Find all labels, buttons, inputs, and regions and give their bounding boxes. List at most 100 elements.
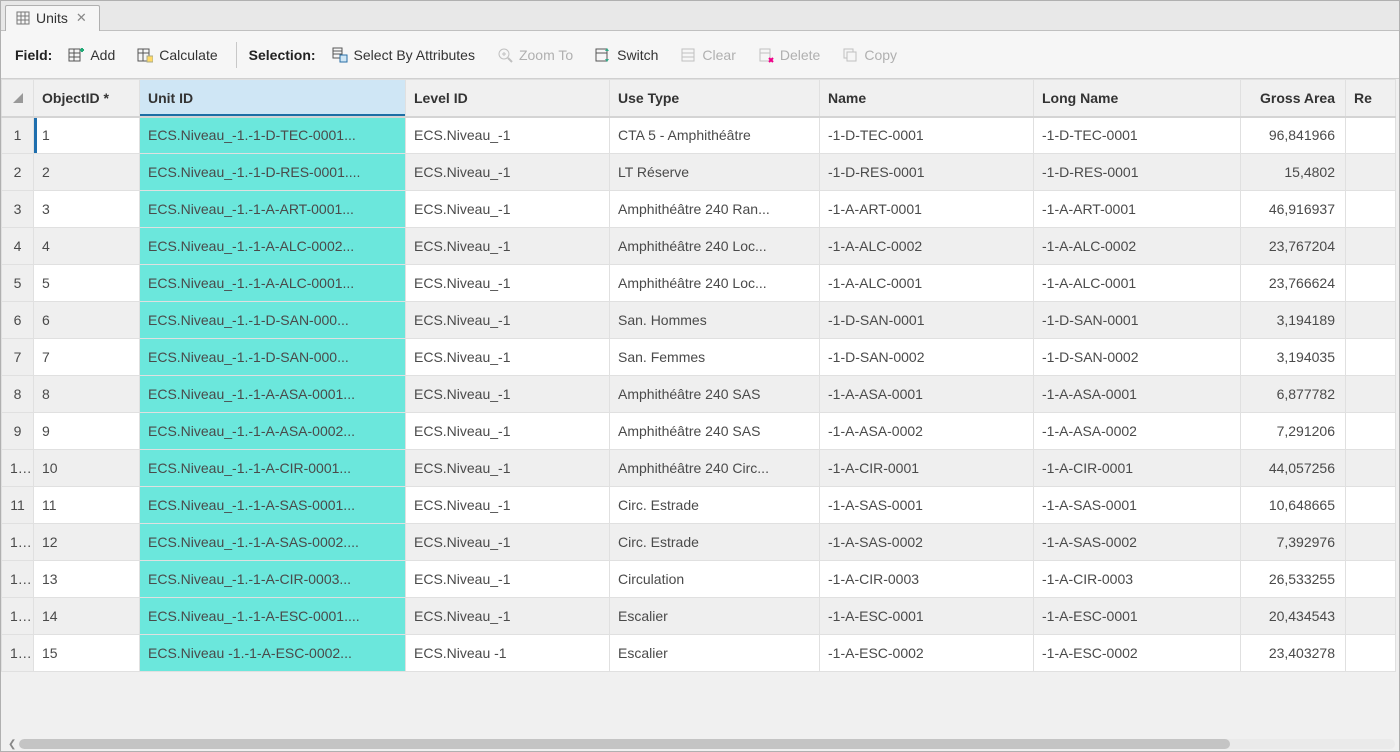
col-header-name[interactable]: Name [820, 80, 1034, 117]
cell[interactable]: 13 [34, 561, 140, 598]
cell[interactable] [1346, 154, 1396, 191]
cell[interactable] [1346, 524, 1396, 561]
cell[interactable]: 15,4802 [1241, 154, 1346, 191]
cell[interactable]: ECS.Niveau_-1.-1-D-SAN-000... [140, 302, 406, 339]
cell[interactable]: 14 [2, 598, 34, 635]
cell[interactable]: 1 [2, 117, 34, 154]
tab-units[interactable]: Units ✕ [5, 5, 100, 31]
cell[interactable]: ECS.Niveau_-1 [406, 191, 610, 228]
scrollbar-thumb[interactable] [19, 739, 1230, 749]
cell[interactable]: -1-A-ASA-0002 [1034, 413, 1241, 450]
cell[interactable]: ECS.Niveau_-1 [406, 265, 610, 302]
table-row[interactable]: 44ECS.Niveau_-1.-1-A-ALC-0002...ECS.Nive… [2, 228, 1396, 265]
cell[interactable]: -1-A-SAS-0002 [820, 524, 1034, 561]
cell[interactable]: -1-A-CIR-0001 [1034, 450, 1241, 487]
cell[interactable] [1346, 117, 1396, 154]
cell[interactable]: 1 [34, 117, 140, 154]
cell[interactable] [1346, 302, 1396, 339]
cell[interactable]: 20,434543 [1241, 598, 1346, 635]
cell[interactable]: ECS.Niveau_-1.-1-D-RES-0001.... [140, 154, 406, 191]
table-row[interactable]: 1515ECS.Niveau -1.-1-A-ESC-0002...ECS.Ni… [2, 635, 1396, 672]
cell[interactable]: 8 [2, 376, 34, 413]
cell[interactable]: 14 [34, 598, 140, 635]
cell[interactable]: 44,057256 [1241, 450, 1346, 487]
cell[interactable]: -1-A-ALC-0002 [1034, 228, 1241, 265]
cell[interactable]: 6 [34, 302, 140, 339]
cell[interactable]: -1-A-ALC-0002 [820, 228, 1034, 265]
cell[interactable]: ECS.Niveau_-1 [406, 154, 610, 191]
table-row[interactable]: 33ECS.Niveau_-1.-1-A-ART-0001...ECS.Nive… [2, 191, 1396, 228]
cell[interactable]: -1-D-RES-0001 [1034, 154, 1241, 191]
cell[interactable]: 5 [2, 265, 34, 302]
scrollbar-track[interactable] [19, 739, 1395, 749]
cell[interactable]: -1-A-CIR-0003 [1034, 561, 1241, 598]
cell[interactable]: -1-D-SAN-0002 [1034, 339, 1241, 376]
cell[interactable]: 13 [2, 561, 34, 598]
cell[interactable]: -1-A-CIR-0003 [820, 561, 1034, 598]
col-header-objectid[interactable]: ObjectID * [34, 80, 140, 117]
table-row[interactable]: 1010ECS.Niveau_-1.-1-A-CIR-0001...ECS.Ni… [2, 450, 1396, 487]
cell[interactable]: -1-A-SAS-0001 [1034, 487, 1241, 524]
cell[interactable]: ECS.Niveau_-1 [406, 376, 610, 413]
cell[interactable]: 2 [2, 154, 34, 191]
cell[interactable]: 3 [34, 191, 140, 228]
cell[interactable]: -1-A-SAS-0001 [820, 487, 1034, 524]
cell[interactable]: Amphithéâtre 240 Loc... [610, 265, 820, 302]
scroll-left-icon[interactable]: ❮ [5, 739, 19, 750]
cell[interactable]: 23,766624 [1241, 265, 1346, 302]
cell[interactable]: 7 [2, 339, 34, 376]
cell[interactable]: -1-A-ASA-0002 [820, 413, 1034, 450]
table-row[interactable]: 22ECS.Niveau_-1.-1-D-RES-0001....ECS.Niv… [2, 154, 1396, 191]
table-row[interactable]: 55ECS.Niveau_-1.-1-A-ALC-0001...ECS.Nive… [2, 265, 1396, 302]
cell[interactable]: -1-D-SAN-0001 [1034, 302, 1241, 339]
cell[interactable]: ECS.Niveau_-1.-1-A-ESC-0001.... [140, 598, 406, 635]
cell[interactable]: 10,648665 [1241, 487, 1346, 524]
cell[interactable] [1346, 598, 1396, 635]
cell[interactable]: ECS.Niveau_-1.-1-A-ALC-0001... [140, 265, 406, 302]
cell[interactable]: 6 [2, 302, 34, 339]
col-header-grossarea[interactable]: Gross Area [1241, 80, 1346, 117]
cell[interactable]: 8 [34, 376, 140, 413]
col-header-levelid[interactable]: Level ID [406, 80, 610, 117]
cell[interactable]: 10 [2, 450, 34, 487]
cell[interactable]: 12 [34, 524, 140, 561]
cell[interactable]: Amphithéâtre 240 SAS [610, 376, 820, 413]
calculate-field-button[interactable]: Calculate [131, 43, 223, 67]
cell[interactable]: ECS.Niveau_-1 [406, 117, 610, 154]
cell[interactable]: -1-A-CIR-0001 [820, 450, 1034, 487]
cell[interactable]: 9 [2, 413, 34, 450]
cell[interactable]: ECS.Niveau_-1.-1-A-ART-0001... [140, 191, 406, 228]
cell[interactable]: LT Réserve [610, 154, 820, 191]
cell[interactable]: 6,877782 [1241, 376, 1346, 413]
cell[interactable] [1346, 635, 1396, 672]
cell[interactable] [1346, 450, 1396, 487]
cell[interactable]: 10 [34, 450, 140, 487]
table-row[interactable]: 1111ECS.Niveau_-1.-1-A-SAS-0001...ECS.Ni… [2, 487, 1396, 524]
close-icon[interactable]: ✕ [74, 10, 89, 26]
cell[interactable]: 9 [34, 413, 140, 450]
cell[interactable]: Circ. Estrade [610, 487, 820, 524]
cell[interactable]: -1-A-ESC-0002 [820, 635, 1034, 672]
cell[interactable]: 96,841966 [1241, 117, 1346, 154]
cell[interactable]: -1-A-ASA-0001 [1034, 376, 1241, 413]
col-header-longname[interactable]: Long Name [1034, 80, 1241, 117]
cell[interactable]: ECS.Niveau_-1.-1-A-ASA-0002... [140, 413, 406, 450]
cell[interactable] [1346, 376, 1396, 413]
col-header-extra[interactable]: Re [1346, 80, 1396, 117]
cell[interactable]: 23,767204 [1241, 228, 1346, 265]
cell[interactable]: Escalier [610, 635, 820, 672]
grid-scroll[interactable]: ObjectID * Unit ID Level ID Use Type Nam… [1, 79, 1399, 737]
cell[interactable]: Escalier [610, 598, 820, 635]
cell[interactable]: -1-D-TEC-0001 [820, 117, 1034, 154]
cell[interactable]: -1-D-SAN-0001 [820, 302, 1034, 339]
cell[interactable]: ECS.Niveau -1.-1-A-ESC-0002... [140, 635, 406, 672]
cell[interactable]: -1-A-ASA-0001 [820, 376, 1034, 413]
cell[interactable]: 11 [34, 487, 140, 524]
cell[interactable]: -1-D-TEC-0001 [1034, 117, 1241, 154]
cell[interactable]: -1-A-ALC-0001 [1034, 265, 1241, 302]
cell[interactable]: 15 [34, 635, 140, 672]
table-row[interactable]: 77ECS.Niveau_-1.-1-D-SAN-000...ECS.Nivea… [2, 339, 1396, 376]
horizontal-scrollbar[interactable]: ❮ [5, 737, 1395, 751]
table-row[interactable]: 99ECS.Niveau_-1.-1-A-ASA-0002...ECS.Nive… [2, 413, 1396, 450]
col-header-unitid[interactable]: Unit ID [140, 80, 406, 117]
